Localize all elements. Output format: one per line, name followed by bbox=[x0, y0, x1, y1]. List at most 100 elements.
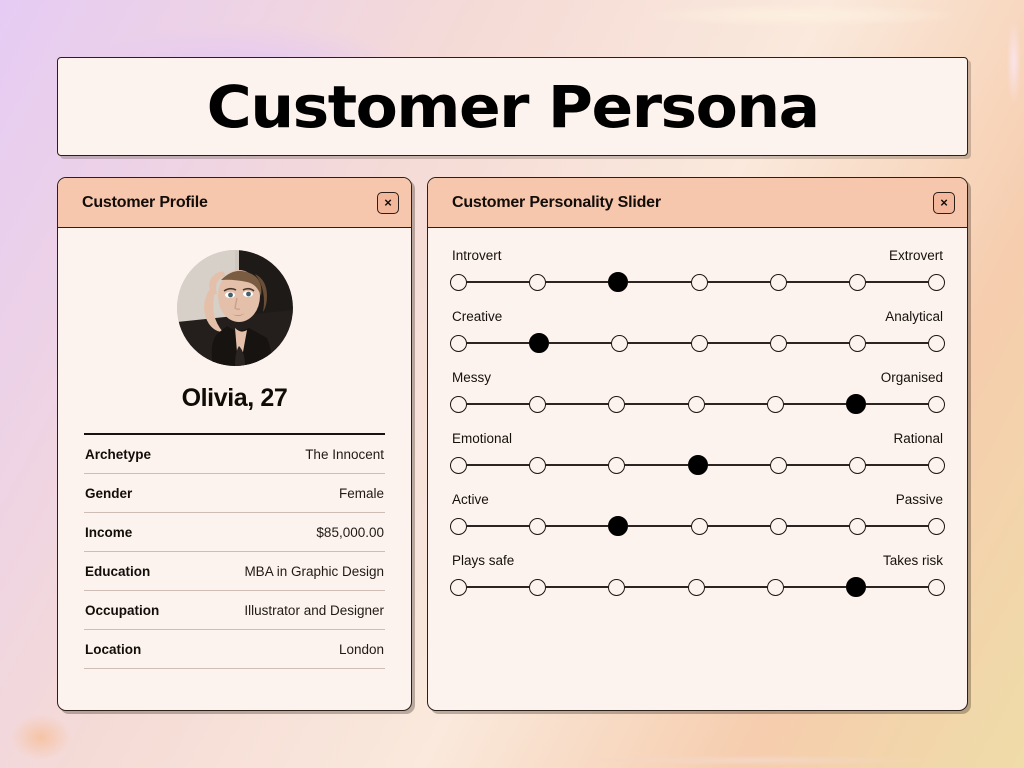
slider-dot[interactable] bbox=[608, 578, 626, 596]
slider-left-label: Introvert bbox=[452, 248, 502, 263]
slider-dot[interactable] bbox=[769, 273, 787, 291]
profile-row-value: $85,000.00 bbox=[316, 525, 384, 540]
slider-segment bbox=[707, 342, 770, 344]
slider-dot[interactable] bbox=[529, 517, 547, 535]
slider-left-label: Plays safe bbox=[452, 553, 515, 568]
slider-dot[interactable] bbox=[450, 334, 467, 352]
slider-segment bbox=[786, 464, 849, 466]
slider-dot[interactable] bbox=[769, 334, 787, 352]
slider-dot[interactable] bbox=[928, 334, 946, 352]
slider-track[interactable] bbox=[450, 455, 946, 475]
profile-name: Olivia, 27 bbox=[181, 384, 288, 412]
close-icon[interactable]: × bbox=[377, 191, 399, 214]
slider-dot[interactable] bbox=[928, 456, 946, 474]
slider-dot[interactable] bbox=[529, 273, 547, 291]
slider-dot[interactable] bbox=[690, 273, 708, 291]
profile-card-title: Customer Profile bbox=[82, 193, 208, 211]
slider-segment bbox=[704, 586, 767, 588]
slider-dot-selected[interactable] bbox=[608, 516, 629, 536]
slider-dot-selected[interactable] bbox=[529, 333, 550, 353]
slider-dot[interactable] bbox=[450, 395, 467, 413]
profile-row-key: Education bbox=[85, 564, 151, 579]
slider-dot[interactable] bbox=[766, 395, 784, 413]
profile-row-key: Archetype bbox=[85, 447, 152, 462]
slider-segment bbox=[786, 525, 849, 527]
profile-row-value: Illustrator and Designer bbox=[244, 603, 384, 618]
slider-dot-selected[interactable] bbox=[687, 455, 708, 475]
slider-dot[interactable] bbox=[687, 395, 705, 413]
slider-segment bbox=[546, 403, 609, 405]
slider-track[interactable] bbox=[450, 333, 946, 353]
slider-dot[interactable] bbox=[450, 273, 467, 291]
slider-dot[interactable] bbox=[450, 578, 467, 596]
slider-segment bbox=[865, 525, 929, 527]
slider-dot[interactable] bbox=[766, 578, 784, 596]
slider-labels: Creative Analytical bbox=[450, 309, 945, 324]
slider-card-body: Introvert Extrovert Creative Analytical Mess… bbox=[428, 228, 967, 597]
slider-dot[interactable] bbox=[928, 273, 946, 291]
slider-dot[interactable] bbox=[769, 456, 787, 474]
slider-segment bbox=[865, 342, 929, 344]
slider-segment bbox=[783, 586, 846, 588]
slider-dot[interactable] bbox=[848, 273, 866, 291]
slider-right-label: Organised bbox=[880, 370, 943, 385]
slider-dot[interactable] bbox=[529, 578, 547, 596]
slider-left-label: Active bbox=[452, 492, 489, 507]
slider-segment bbox=[704, 403, 767, 405]
slider-right-label: Extrovert bbox=[888, 248, 943, 263]
slider-track[interactable] bbox=[450, 394, 946, 414]
slider-segment bbox=[546, 464, 609, 466]
slider-dot[interactable] bbox=[608, 395, 626, 413]
slider-dot-selected[interactable] bbox=[845, 394, 866, 414]
slider-segment bbox=[865, 464, 929, 466]
profile-row-value: London bbox=[338, 642, 384, 657]
profile-row-value: Female bbox=[338, 486, 384, 501]
profile-row-key: Location bbox=[85, 642, 142, 657]
slider-right-label: Takes risk bbox=[882, 553, 943, 568]
slider-segment bbox=[865, 281, 929, 283]
slider-segment bbox=[783, 403, 846, 405]
slider-card-header: Customer Personality Slider × bbox=[428, 178, 967, 228]
profile-row-key: Income bbox=[85, 525, 133, 540]
slider-dot[interactable] bbox=[450, 517, 467, 535]
customer-profile-card: Customer Profile × Olivia, 27 Archetype … bbox=[57, 177, 412, 711]
close-icon[interactable]: × bbox=[933, 191, 955, 214]
slider-dot[interactable] bbox=[690, 334, 708, 352]
slider-dot[interactable] bbox=[928, 578, 946, 596]
slider-track[interactable] bbox=[450, 272, 946, 292]
slider-dot[interactable] bbox=[928, 517, 946, 535]
slider-left-label: Creative bbox=[452, 309, 503, 324]
slider-dot[interactable] bbox=[529, 395, 547, 413]
slider-dot[interactable] bbox=[848, 517, 866, 535]
slider-dot-selected[interactable] bbox=[608, 272, 629, 292]
slider-dot[interactable] bbox=[928, 395, 946, 413]
slider-left-label: Messy bbox=[452, 370, 492, 385]
slider-segment bbox=[467, 586, 530, 588]
slider-track[interactable] bbox=[450, 577, 946, 597]
slider-segment bbox=[467, 464, 530, 466]
slider-dot[interactable] bbox=[769, 517, 787, 535]
slider-dot[interactable] bbox=[848, 334, 866, 352]
slider-dot[interactable] bbox=[450, 456, 467, 474]
slider-segment bbox=[786, 281, 849, 283]
slider-right-label: Passive bbox=[895, 492, 943, 507]
slider-dot[interactable] bbox=[611, 334, 629, 352]
slider-dot[interactable] bbox=[529, 456, 547, 474]
profile-row-key: Gender bbox=[85, 486, 133, 501]
slider-segment bbox=[625, 586, 688, 588]
slider-track[interactable] bbox=[450, 516, 946, 536]
title-banner: Customer Persona bbox=[57, 57, 968, 156]
slider-segment bbox=[546, 586, 609, 588]
slider-segment bbox=[707, 281, 770, 283]
slider-row: Plays safe Takes risk bbox=[450, 553, 946, 597]
slider-dot[interactable] bbox=[687, 578, 705, 596]
slider-dot[interactable] bbox=[608, 456, 626, 474]
profile-row: Occupation Illustrator and Designer bbox=[84, 591, 385, 630]
slider-row: Active Passive bbox=[450, 492, 946, 536]
slider-row: Creative Analytical bbox=[450, 309, 946, 353]
slider-dot-selected[interactable] bbox=[845, 577, 866, 597]
slider-dot[interactable] bbox=[848, 456, 866, 474]
slider-segment bbox=[625, 403, 688, 405]
slider-dot[interactable] bbox=[690, 517, 708, 535]
profile-row: Location London bbox=[84, 630, 385, 669]
